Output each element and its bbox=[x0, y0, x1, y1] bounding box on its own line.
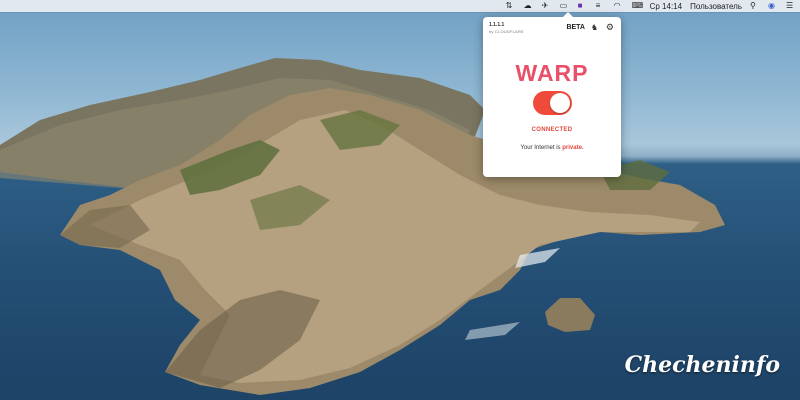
user-menu[interactable]: Пользователь bbox=[690, 2, 742, 11]
app-version: 1.1.1.1 bbox=[489, 22, 505, 28]
watermark-logo: Checheninfo bbox=[624, 352, 780, 378]
bug-report-icon[interactable]: ♞ bbox=[591, 23, 598, 32]
warp-toggle[interactable] bbox=[533, 91, 572, 115]
keyboard-icon[interactable]: ⌨ bbox=[632, 2, 644, 10]
cloudflare-warp-icon[interactable]: ☁ bbox=[524, 2, 534, 10]
notification-center-icon[interactable]: ☰ bbox=[786, 2, 796, 10]
warp-popup: 1.1.1.1 by CLOUDFLARE BETA ♞ ⚙ WARP CONN… bbox=[483, 12, 621, 177]
app-icon[interactable]: ■ bbox=[578, 2, 588, 10]
tagline-text: Your Internet is bbox=[520, 145, 563, 151]
network-icon[interactable]: ⇅ bbox=[506, 2, 516, 10]
toggle-knob[interactable] bbox=[550, 93, 570, 113]
wifi-icon[interactable]: ◠ bbox=[614, 2, 624, 10]
popup-header: 1.1.1.1 by CLOUDFLARE BETA ♞ ⚙ bbox=[489, 22, 615, 38]
desktop-wallpaper bbox=[0, 0, 800, 400]
menu-icon[interactable]: ≡ bbox=[596, 2, 606, 10]
warp-title: WARP bbox=[515, 60, 589, 86]
island-landscape-image bbox=[0, 58, 725, 395]
search-icon[interactable]: ⚲ bbox=[750, 2, 760, 10]
vendor-label: by CLOUDFLARE bbox=[489, 29, 524, 34]
display-icon[interactable]: ▭ bbox=[560, 2, 570, 10]
connection-status: CONNECTED bbox=[531, 127, 573, 133]
telegram-icon[interactable]: ✈ bbox=[542, 2, 552, 10]
beta-badge: BETA bbox=[566, 24, 585, 31]
gear-icon[interactable]: ⚙ bbox=[606, 22, 614, 33]
siri-icon[interactable]: ◉ bbox=[768, 2, 778, 10]
menu-bar: ⇅ ☁ ✈ ▭ ■ ≡ ◠ ⌨ Ср 14:14 Пользователь ⚲ … bbox=[0, 0, 800, 12]
privacy-tagline: Your Internet is private. bbox=[483, 145, 621, 151]
tagline-emphasis: private. bbox=[562, 145, 584, 151]
clock[interactable]: Ср 14:14 bbox=[650, 2, 682, 11]
